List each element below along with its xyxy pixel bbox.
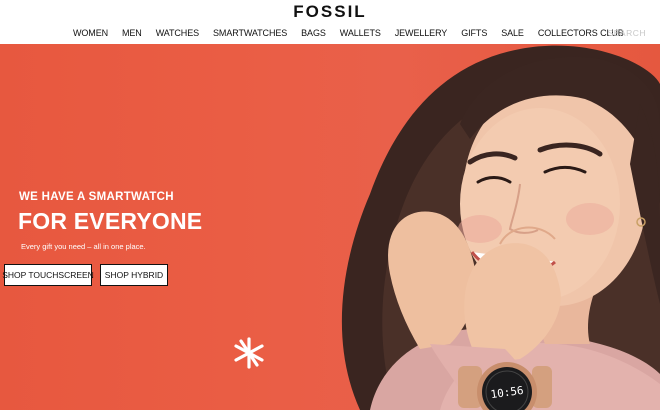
nav-smartwatches[interactable]: SMARTWATCHES [213,28,287,38]
nav-women[interactable]: WOMEN [73,28,108,38]
shop-hybrid-button[interactable]: SHOP HYBRID [100,264,168,286]
search-input[interactable]: SEARCH [608,28,646,38]
asterisk-star-icon [234,337,264,369]
hero-headline: FOR EVERYONE [18,208,203,234]
hero-subtext: Every gift you need – all in one place. [21,242,146,251]
fossil-logo[interactable]: FOSSIL [0,2,660,22]
nav-jewellery[interactable]: JEWELLERY [395,28,448,38]
hero-banner[interactable]: 10:56 WE HAVE A SMARTWATCH FOR EVERYONE … [0,44,660,410]
nav-bags[interactable]: BAGS [301,28,326,38]
main-nav: WOMEN MEN WATCHES SMARTWATCHES BAGS WALL… [73,28,638,38]
hero-eyebrow: WE HAVE A SMARTWATCH [19,191,174,203]
site-header: FOSSIL WOMEN MEN WATCHES SMARTWATCHES BA… [0,0,660,44]
nav-wallets[interactable]: WALLETS [340,28,381,38]
nav-gifts[interactable]: GIFTS [461,28,487,38]
nav-sale[interactable]: SALE [501,28,524,38]
nav-watches[interactable]: WATCHES [156,28,199,38]
shop-touchscreen-button[interactable]: SHOP TOUCHSCREEN [2,264,94,286]
nav-men[interactable]: MEN [122,28,142,38]
